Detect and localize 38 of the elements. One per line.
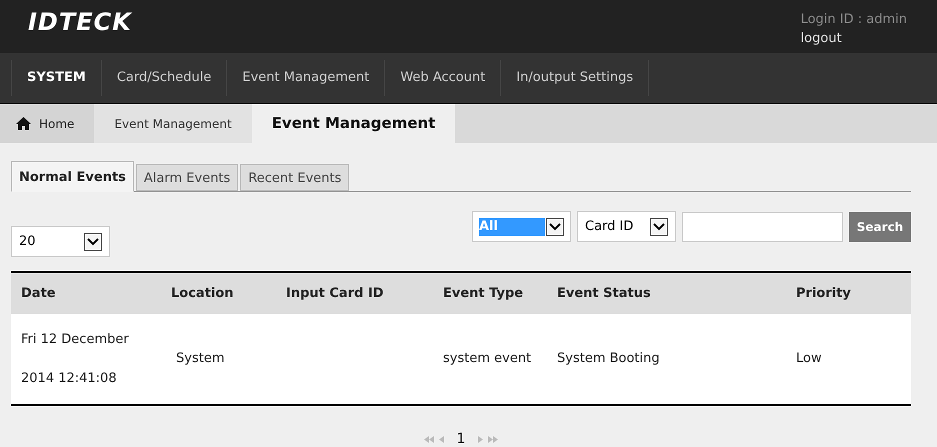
- column-header: Event Status: [557, 284, 652, 303]
- page-size-select[interactable]: 20: [11, 226, 110, 257]
- table-cell: Low: [796, 351, 822, 366]
- column-header: Priority: [796, 284, 852, 303]
- breadcrumb-home[interactable]: Home: [0, 104, 94, 143]
- search-button[interactable]: Search: [849, 212, 911, 242]
- nav-item[interactable]: Web Account: [385, 60, 502, 96]
- next-page-icon[interactable]: [478, 436, 484, 443]
- dropdown-caret-icon[interactable]: [650, 218, 668, 236]
- column-header: Input Card ID: [286, 284, 385, 303]
- dropdown-caret-icon[interactable]: [84, 232, 102, 250]
- page-number[interactable]: 1: [448, 429, 474, 447]
- search-field-select[interactable]: Card ID: [577, 211, 676, 242]
- nav-item[interactable]: SYSTEM: [12, 60, 102, 96]
- column-header: Event Type: [443, 284, 524, 303]
- table-cell: System: [176, 351, 224, 366]
- tab[interactable]: Recent Events: [240, 164, 350, 191]
- login-id-text: Login ID : admin: [800, 11, 907, 29]
- logo: IDTECK: [28, 7, 132, 38]
- dropdown-caret-icon[interactable]: [546, 218, 564, 236]
- first-page-icon[interactable]: [424, 436, 434, 443]
- table-cell: System Booting: [557, 351, 660, 366]
- tab[interactable]: Alarm Events: [136, 164, 238, 191]
- table-cell: system event: [443, 351, 532, 366]
- breadcrumb-item[interactable]: Event Management: [94, 104, 252, 143]
- home-icon: [16, 117, 31, 130]
- logout-link[interactable]: logout: [800, 31, 842, 46]
- last-page-icon[interactable]: [488, 436, 498, 443]
- search-input[interactable]: [682, 212, 843, 242]
- nav-item[interactable]: Event Management: [227, 60, 386, 96]
- column-header: Date: [20, 284, 57, 303]
- column-header: Location: [171, 284, 235, 303]
- nav-item[interactable]: Card/Schedule: [102, 60, 228, 96]
- previous-page-icon[interactable]: [438, 436, 444, 443]
- breadcrumb-current: Event Management: [252, 104, 456, 143]
- table-cell: Fri 12 December 2014 12:41:08: [21, 332, 129, 386]
- nav-item[interactable]: In/output Settings: [501, 60, 650, 96]
- tab[interactable]: Normal Events: [11, 161, 134, 192]
